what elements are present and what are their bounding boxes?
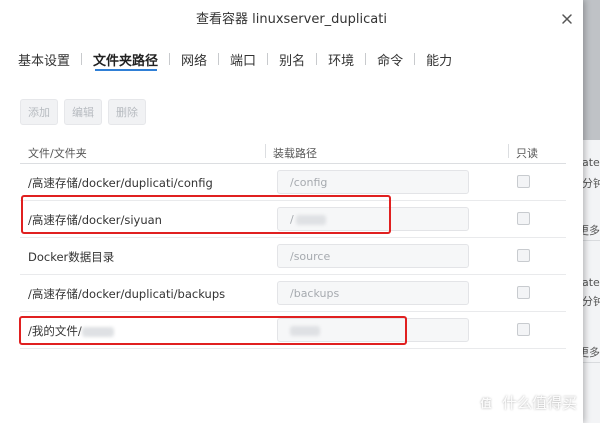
delete-button[interactable]: 删除 — [108, 99, 146, 125]
dialog-titlebar[interactable]: 查看容器 linuxserver_duplicati — [0, 0, 583, 34]
readonly-checkbox[interactable] — [517, 175, 530, 188]
mount-path-field[interactable]: /backups — [277, 281, 469, 305]
background-text: ates — [582, 156, 600, 169]
background-text: 分钟 — [582, 177, 600, 190]
tab-ports[interactable]: 端口 — [230, 50, 256, 69]
mount-path-field[interactable]: /source — [277, 244, 469, 268]
readonly-checkbox[interactable] — [517, 212, 530, 225]
tab-network[interactable]: 网络 — [181, 50, 207, 69]
tab-folder-paths[interactable]: 文件夹路径 — [93, 50, 158, 69]
add-button[interactable]: 添加 — [20, 99, 58, 125]
close-icon[interactable] — [558, 8, 578, 28]
tab-command[interactable]: 命令 — [377, 50, 403, 69]
background-text: 分钟 — [582, 295, 600, 308]
tab-basic-settings[interactable]: 基本设置 — [18, 50, 70, 69]
folder-path: /高速存储/docker/duplicati/config — [28, 176, 213, 190]
watermark-text: 什么值得买 — [502, 394, 578, 412]
tab-divider — [81, 53, 83, 65]
tab-divider — [218, 53, 220, 65]
column-header-mount-path[interactable]: 装载路径 — [273, 145, 317, 161]
tab-divider — [365, 53, 367, 65]
folder-path: Docker数据目录 — [28, 250, 115, 264]
edit-button[interactable]: 编辑 — [64, 99, 102, 125]
tab-environment[interactable]: 环境 — [328, 50, 354, 69]
active-tab-indicator — [95, 69, 157, 71]
tab-capabilities[interactable]: 能力 — [426, 50, 452, 69]
readonly-checkbox[interactable] — [517, 249, 530, 262]
highlight-box — [21, 195, 391, 234]
highlight-box — [19, 316, 407, 345]
tab-divider — [169, 53, 171, 65]
container-dialog: 查看容器 linuxserver_duplicati 基本设置 文件夹路径 网络… — [0, 0, 583, 423]
watermark-logo-icon: 值 — [476, 392, 496, 413]
table-row[interactable]: /高速存储/docker/duplicati/backups /backups — [20, 275, 566, 312]
column-header-folder[interactable]: 文件/文件夹 — [28, 145, 87, 161]
tab-bar: 基本设置 文件夹路径 网络 端口 别名 环境 命令 能力 — [18, 48, 452, 70]
tab-divider — [316, 53, 318, 65]
table-row[interactable]: Docker数据目录 /source — [20, 238, 566, 275]
readonly-checkbox[interactable] — [517, 286, 530, 299]
tab-divider — [267, 53, 269, 65]
folder-path: /高速存储/docker/duplicati/backups — [28, 287, 226, 301]
watermark: 值 什么值得买 — [476, 392, 577, 413]
toolbar: 添加 编辑 删除 — [20, 99, 146, 125]
column-header-readonly[interactable]: 只读 — [516, 145, 538, 161]
dialog-title: 查看容器 linuxserver_duplicati — [196, 12, 387, 27]
tab-aliases[interactable]: 别名 — [279, 50, 305, 69]
mount-path-field[interactable]: /config — [277, 170, 469, 194]
readonly-checkbox[interactable] — [517, 323, 530, 336]
column-divider — [265, 144, 266, 158]
table-header: 文件/文件夹 装载路径 只读 — [20, 140, 566, 164]
tab-divider — [414, 53, 416, 65]
background-text: ates — [582, 276, 600, 289]
column-divider — [508, 144, 509, 158]
